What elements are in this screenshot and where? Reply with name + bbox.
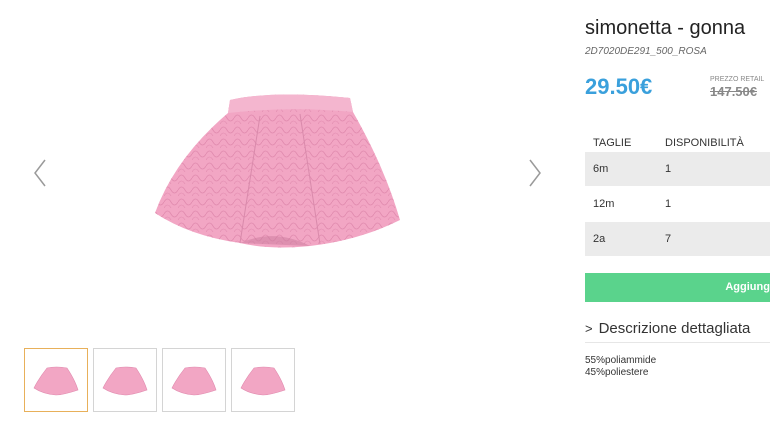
- composition-line: 45%poliestere: [585, 367, 649, 378]
- thumbnail-1[interactable]: [24, 348, 88, 412]
- chevron-left-icon[interactable]: [33, 158, 47, 188]
- skirt-thumbnail-icon: [240, 366, 286, 396]
- description-toggle[interactable]: > Descrizione dettagliata: [585, 320, 770, 343]
- skirt-thumbnail-icon: [102, 366, 148, 396]
- retail-price: 147.50€: [710, 84, 757, 99]
- chevron-right-icon[interactable]: [528, 158, 542, 188]
- size-label: 6m: [593, 163, 609, 175]
- skirt-thumbnail-icon: [33, 366, 79, 396]
- availability-value: 7: [665, 233, 672, 245]
- sizes-table-header: TAGLIE DISPONIBILITÀ: [585, 134, 770, 152]
- size-column-header: TAGLIE: [593, 137, 632, 149]
- sizes-table: TAGLIE DISPONIBILITÀ 6m 1 12m 1 2a 7: [585, 134, 770, 257]
- thumbnail-4[interactable]: [231, 348, 295, 412]
- add-to-cart-button[interactable]: Aggiungi: [585, 273, 770, 302]
- skirt-thumbnail-icon: [171, 366, 217, 396]
- chevron-right-icon: >: [585, 321, 593, 336]
- thumbnail-strip: [24, 348, 295, 412]
- size-row[interactable]: 6m 1: [585, 152, 770, 186]
- thumbnail-3[interactable]: [162, 348, 226, 412]
- thumbnail-2[interactable]: [93, 348, 157, 412]
- product-info: simonetta - gonna 2D7020DE291_500_ROSA 2…: [585, 0, 770, 428]
- product-title: simonetta - gonna: [585, 17, 746, 39]
- size-label: 12m: [593, 198, 615, 210]
- retail-price-label: PREZZO RETAIL: [710, 76, 765, 83]
- product-price: 29.50€: [585, 74, 653, 99]
- product-image: [155, 94, 400, 248]
- size-label: 2a: [593, 233, 606, 245]
- availability-value: 1: [665, 198, 672, 210]
- size-row[interactable]: 12m 1: [585, 187, 770, 221]
- availability-value: 1: [665, 163, 672, 175]
- description-toggle-label: Descrizione dettagliata: [598, 320, 751, 337]
- availability-column-header: DISPONIBILITÀ: [665, 137, 744, 149]
- product-sku: 2D7020DE291_500_ROSA: [585, 46, 707, 57]
- product-gallery: [0, 0, 580, 428]
- composition-line: 55%poliammide: [585, 355, 657, 366]
- composition-text: 55%poliammide 45%poliestere: [585, 355, 656, 379]
- size-row[interactable]: 2a 7: [585, 222, 770, 256]
